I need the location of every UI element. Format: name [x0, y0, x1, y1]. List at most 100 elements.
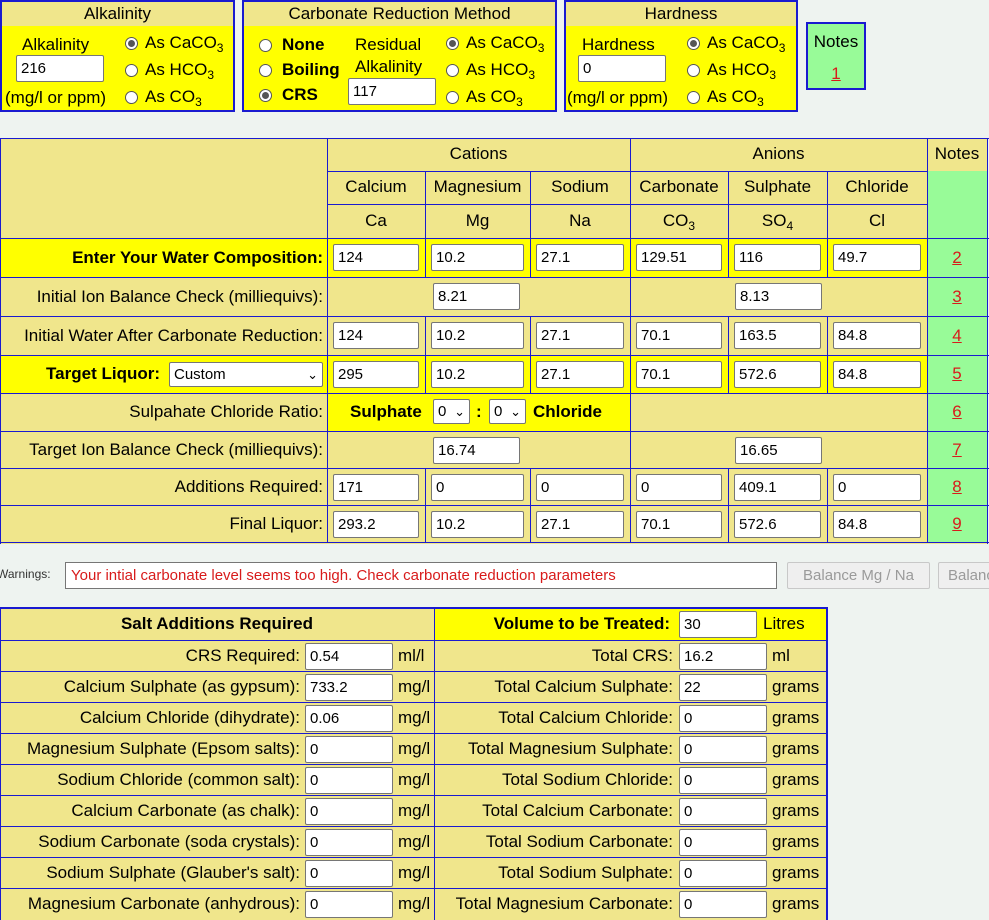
unit-radio[interactable]: [446, 64, 459, 77]
grid-line: [425, 355, 426, 393]
composition-input[interactable]: [536, 361, 624, 388]
reduction-method-label: None: [282, 35, 325, 54]
composition-input[interactable]: [536, 474, 624, 501]
unit-radio[interactable]: [446, 91, 459, 104]
composition-input[interactable]: [333, 244, 419, 271]
composition-input[interactable]: [636, 474, 722, 501]
salt-total-field[interactable]: [679, 705, 767, 732]
composition-input[interactable]: [636, 322, 722, 349]
note-link[interactable]: 6: [927, 402, 987, 422]
chloride-ratio-select[interactable]: 0 ⌄: [489, 399, 526, 424]
composition-input[interactable]: [734, 244, 821, 271]
residual-alkalinity-input[interactable]: [348, 78, 436, 105]
grid-line: [530, 316, 531, 355]
unit-radio[interactable]: [446, 37, 459, 50]
hardness-panel: Hardness Hardness (mg/l or ppm) As CaCO3…: [564, 0, 798, 112]
salt-amount-field[interactable]: [305, 674, 393, 701]
note-link[interactable]: 2: [927, 248, 987, 268]
salt-total-field[interactable]: [679, 767, 767, 794]
note-link[interactable]: 5: [927, 364, 987, 384]
composition-input[interactable]: [833, 244, 921, 271]
composition-input[interactable]: [636, 244, 722, 271]
reduction-method-radio[interactable]: [259, 89, 272, 102]
salt-amount-field[interactable]: [305, 705, 393, 732]
composition-input[interactable]: [536, 244, 624, 271]
salt-total-field[interactable]: [679, 798, 767, 825]
hardness-unit: (mg/l or ppm): [567, 88, 669, 107]
unit-radio[interactable]: [687, 91, 700, 104]
alkalinity-input[interactable]: [16, 55, 104, 82]
salt-amount-field[interactable]: [305, 860, 393, 887]
reduction-method-radio[interactable]: [259, 64, 272, 77]
composition-input[interactable]: [734, 361, 821, 388]
salt-amount-field[interactable]: [305, 736, 393, 763]
salt-total-field[interactable]: [679, 736, 767, 763]
reduction-method-radio[interactable]: [259, 39, 272, 52]
composition-input[interactable]: [536, 511, 624, 538]
composition-input[interactable]: [833, 511, 921, 538]
carbonate-reduction-title: Carbonate Reduction Method: [244, 2, 555, 26]
anion-balance-field[interactable]: [735, 437, 822, 464]
salt-amount-field[interactable]: [305, 829, 393, 856]
note-link[interactable]: 7: [927, 440, 987, 460]
composition-input[interactable]: [431, 322, 524, 349]
composition-input[interactable]: [734, 511, 821, 538]
cation-balance-field[interactable]: [433, 437, 520, 464]
note-link[interactable]: 3: [927, 287, 987, 307]
grid-line: [530, 468, 531, 542]
salt-total-field[interactable]: [679, 829, 767, 856]
composition-input[interactable]: [833, 322, 921, 349]
unit-radio[interactable]: [687, 64, 700, 77]
composition-input[interactable]: [431, 244, 524, 271]
composition-input[interactable]: [636, 511, 722, 538]
unit-radio[interactable]: [125, 64, 138, 77]
salt-additions-header: Salt Additions Required: [120, 614, 314, 633]
note-link-1[interactable]: 1: [808, 64, 864, 84]
salt-amount-field[interactable]: [305, 767, 393, 794]
salt-amount-field[interactable]: [305, 891, 393, 918]
grid-line: [327, 204, 927, 205]
cation-balance-field[interactable]: [433, 283, 520, 310]
note-link[interactable]: 9: [927, 514, 987, 534]
balance-mg-na-button[interactable]: Balance Mg / Na: [787, 562, 930, 589]
unit-option-label: As CO3: [145, 87, 202, 109]
composition-input[interactable]: [431, 361, 524, 388]
composition-input[interactable]: [333, 361, 419, 388]
composition-input[interactable]: [734, 474, 821, 501]
unit-radio[interactable]: [125, 37, 138, 50]
composition-input[interactable]: [833, 474, 921, 501]
salt-total-field[interactable]: [679, 891, 767, 918]
composition-input[interactable]: [833, 361, 921, 388]
note-link[interactable]: 4: [927, 326, 987, 346]
composition-input[interactable]: [536, 322, 624, 349]
salt-total-field[interactable]: [679, 643, 767, 670]
balance-button[interactable]: Balance: [938, 562, 989, 589]
composition-input[interactable]: [333, 474, 419, 501]
hardness-input[interactable]: [578, 55, 666, 82]
unit-radio[interactable]: [125, 91, 138, 104]
composition-input[interactable]: [431, 474, 524, 501]
salt-amount-field[interactable]: [305, 798, 393, 825]
grid-line: [827, 316, 828, 355]
target-liquor-label: Target Liquor:: [46, 364, 160, 383]
composition-input[interactable]: [734, 322, 821, 349]
column-symbol: Na: [569, 211, 591, 230]
salt-total-unit: grams: [772, 708, 820, 727]
composition-input[interactable]: [636, 361, 722, 388]
unit-radio[interactable]: [687, 37, 700, 50]
note-link[interactable]: 8: [927, 477, 987, 497]
salt-total-label: Total Magnesium Carbonate:: [455, 894, 673, 913]
composition-input[interactable]: [333, 322, 419, 349]
salt-unit: mg/l: [398, 770, 431, 789]
salt-amount-field[interactable]: [305, 643, 393, 670]
grid-line: [0, 393, 989, 394]
composition-input[interactable]: [333, 511, 419, 538]
salt-total-field[interactable]: [679, 860, 767, 887]
volume-input[interactable]: [679, 611, 757, 638]
sulphate-ratio-select[interactable]: 0 ⌄: [433, 399, 470, 424]
anion-balance-field[interactable]: [735, 283, 822, 310]
composition-input[interactable]: [431, 511, 524, 538]
row-label: Target Ion Balance Check (milliequivs):: [29, 440, 323, 459]
target-liquor-select[interactable]: Custom ⌄: [169, 362, 323, 387]
salt-total-field[interactable]: [679, 674, 767, 701]
